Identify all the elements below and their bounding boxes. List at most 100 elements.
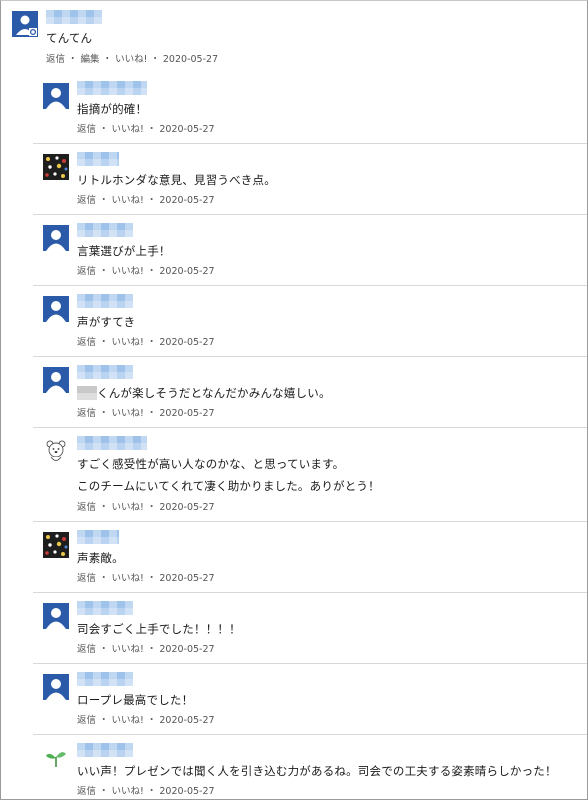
- like-link[interactable]: いいね!: [112, 408, 144, 419]
- comment-date: 2020-05-27: [159, 644, 215, 655]
- comment-actions: 返信・いいね! ・ 2020-05-27: [77, 266, 215, 278]
- comment-actions: 返信・いいね! ・ 2020-05-27: [77, 408, 215, 420]
- reply-link[interactable]: 返信: [77, 124, 96, 135]
- reply-item: 司会すごく上手でした！！！！ 返信・いいね! ・ 2020-05-27: [33, 593, 587, 664]
- reply-link[interactable]: 返信: [77, 573, 96, 584]
- default-user-icon[interactable]: [43, 83, 69, 109]
- default-user-icon[interactable]: [43, 367, 69, 393]
- edit-link[interactable]: 編集: [81, 54, 100, 65]
- redacted-username[interactable]: [77, 223, 133, 237]
- like-link[interactable]: いいね!: [115, 54, 147, 65]
- reply-link[interactable]: 返信: [77, 408, 96, 419]
- reply-link[interactable]: 返信: [77, 195, 96, 206]
- comment-date: 2020-05-27: [159, 337, 215, 348]
- reply-link[interactable]: 返信: [77, 786, 96, 797]
- comment-date: 2020-05-27: [159, 195, 215, 206]
- comment-date: 2020-05-27: [159, 786, 215, 797]
- reply-item: 指摘が的確！ 返信・いいね! ・ 2020-05-27: [33, 73, 587, 144]
- comment-date: 2020-05-27: [159, 408, 215, 419]
- default-user-icon[interactable]: [43, 674, 69, 700]
- comment-thread: てんてん 返信・編集・いいね! ・ 2020-05-27 指摘が的確！ 返信・いいね…: [0, 0, 588, 800]
- comment-text-line-2: このチームにいてくれて凄く助かりました。ありがとう！: [77, 479, 380, 493]
- comment-actions: 返信・いいね! ・ 2020-05-27: [77, 502, 215, 514]
- comment-actions: 返信・いいね! ・ 2020-05-27: [77, 124, 215, 136]
- separator: ・: [146, 715, 157, 726]
- photo-avatar-icon[interactable]: [43, 532, 69, 558]
- comment-text: 司会すごく上手でした！！！！: [77, 622, 241, 636]
- redacted-username[interactable]: [77, 436, 147, 450]
- default-user-icon[interactable]: [43, 225, 69, 251]
- like-link[interactable]: いいね!: [112, 786, 144, 797]
- redacted-username[interactable]: [77, 365, 133, 379]
- separator: ・: [99, 337, 109, 348]
- comment-text: 声がすてき: [77, 315, 136, 329]
- comment-text: 声素敵。: [77, 551, 124, 565]
- redacted-username[interactable]: [77, 152, 119, 166]
- comment-actions: 返信・いいね! ・ 2020-05-27: [77, 786, 215, 798]
- separator: ・: [150, 54, 160, 65]
- reply-item: すごく感受性が高い人なのかな、と思っています。 このチームにいてくれて凄く助かり…: [33, 428, 587, 522]
- like-link[interactable]: いいね!: [112, 715, 144, 726]
- reply-item: ロープレ最高でした！ 返信・いいね! ・ 2020-05-27: [33, 664, 587, 735]
- photo-avatar-icon[interactable]: [43, 154, 69, 180]
- default-user-icon[interactable]: [43, 296, 69, 322]
- separator: ・: [146, 573, 157, 584]
- reply-item: 声素敵。 返信・いいね! ・ 2020-05-27: [33, 522, 587, 593]
- reply-item: いい声！プレゼンでは聞く人を引き込む力があるね。司会での工夫する姿素晴らしかった…: [33, 735, 587, 799]
- like-link[interactable]: いいね!: [112, 124, 144, 135]
- comment-date: 2020-05-27: [159, 715, 215, 726]
- comment-text: てんてん: [46, 31, 93, 45]
- comment-text: リトルホンダな意見、見習うべき点。: [77, 173, 276, 187]
- comment-text: すごく感受性が高い人なのかな、と思っています。: [77, 457, 345, 471]
- redacted-username[interactable]: [77, 672, 133, 686]
- redacted-name-inline: [77, 386, 97, 400]
- separator: ・: [146, 337, 157, 348]
- redacted-username[interactable]: [46, 10, 102, 24]
- separator: ・: [146, 124, 157, 135]
- separator: ・: [99, 124, 109, 135]
- reply-item: リトルホンダな意見、見習うべき点。 返信・いいね! ・ 2020-05-27: [33, 144, 587, 215]
- bear-avatar-icon[interactable]: [43, 438, 69, 464]
- separator: ・: [146, 644, 157, 655]
- reply-link[interactable]: 返信: [77, 337, 96, 348]
- sprout-avatar-icon[interactable]: [43, 745, 69, 771]
- comment-text: くんが楽しそうだとなんだかみんな嬉しい。: [97, 386, 331, 400]
- comment-actions: 返信・いいね! ・ 2020-05-27: [77, 573, 215, 585]
- reply-item: くんが楽しそうだとなんだかみんな嬉しい。 返信・いいね! ・ 2020-05-27: [33, 357, 587, 428]
- like-link[interactable]: いいね!: [112, 266, 144, 277]
- reply-link[interactable]: 返信: [77, 266, 96, 277]
- separator: ・: [99, 195, 109, 206]
- redacted-username[interactable]: [77, 743, 133, 757]
- default-user-badge-icon[interactable]: [12, 11, 38, 37]
- redacted-username[interactable]: [77, 530, 119, 544]
- separator: ・: [99, 786, 109, 797]
- like-link[interactable]: いいね!: [112, 573, 144, 584]
- separator: ・: [99, 644, 109, 655]
- separator: ・: [99, 408, 109, 419]
- reply-link[interactable]: 返信: [77, 715, 96, 726]
- top-comment: てんてん 返信・編集・いいね! ・ 2020-05-27: [1, 1, 587, 73]
- default-user-icon[interactable]: [43, 603, 69, 629]
- like-link[interactable]: いいね!: [112, 337, 144, 348]
- separator: ・: [146, 786, 157, 797]
- redacted-username[interactable]: [77, 81, 147, 95]
- comment-date: 2020-05-27: [162, 54, 219, 65]
- reply-link[interactable]: 返信: [77, 502, 96, 513]
- separator: ・: [99, 715, 109, 726]
- comment-text-row: くんが楽しそうだとなんだかみんな嬉しい。: [77, 385, 331, 401]
- comment-date: 2020-05-27: [159, 124, 215, 135]
- comment-date: 2020-05-27: [159, 502, 215, 513]
- separator: ・: [102, 54, 113, 65]
- like-link[interactable]: いいね!: [112, 195, 144, 206]
- redacted-username[interactable]: [77, 601, 133, 615]
- reply-item: 言葉選びが上手！ 返信・いいね! ・ 2020-05-27: [33, 215, 587, 286]
- reply-link[interactable]: 返信: [46, 54, 65, 65]
- separator: ・: [146, 266, 157, 277]
- like-link[interactable]: いいね!: [112, 644, 144, 655]
- reply-link[interactable]: 返信: [77, 644, 96, 655]
- like-link[interactable]: いいね!: [112, 502, 144, 513]
- comment-actions: 返信・いいね! ・ 2020-05-27: [77, 644, 215, 656]
- reply-item: 声がすてき 返信・いいね! ・ 2020-05-27: [33, 286, 587, 357]
- redacted-username[interactable]: [77, 294, 133, 308]
- comment-text: いい声！プレゼンでは聞く人を引き込む力があるね。司会での工夫する姿素晴らしかった…: [77, 764, 557, 778]
